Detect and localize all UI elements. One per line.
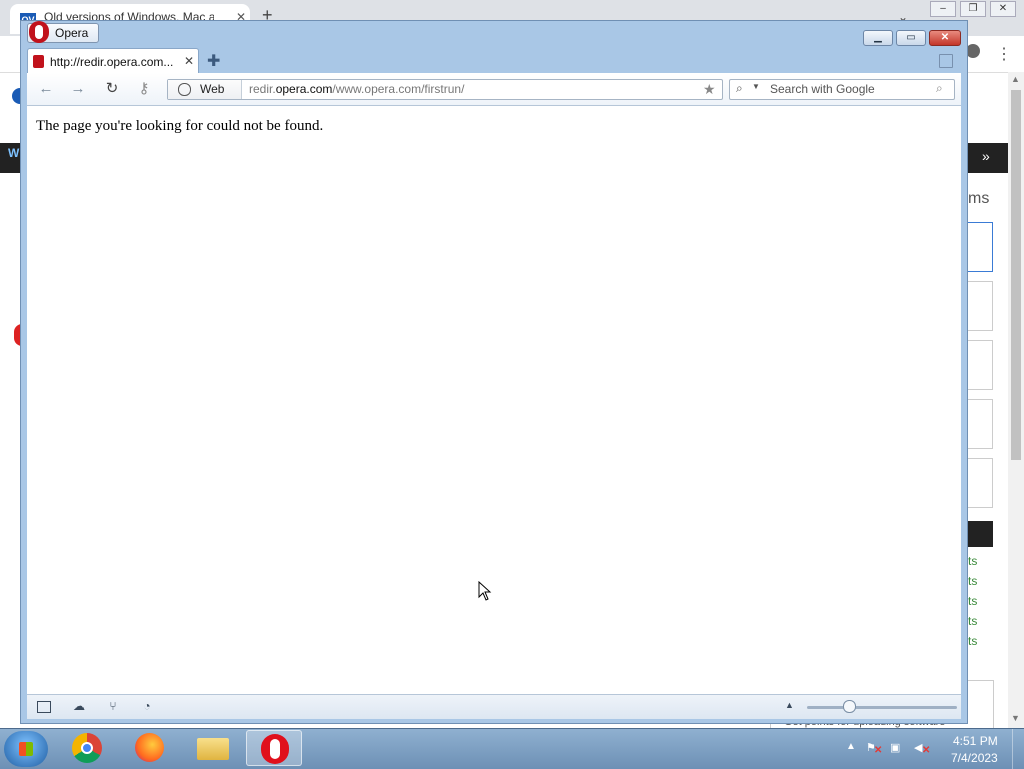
- background-navbar-fragment: W: [8, 146, 20, 160]
- reload-icon[interactable]: ↻: [101, 79, 123, 99]
- background-link[interactable]: ts: [968, 594, 977, 608]
- url-path: /www.opera.com/firstrun/: [332, 82, 465, 96]
- background-profile-icon[interactable]: [966, 44, 980, 58]
- windows-logo-icon: [19, 742, 33, 756]
- opera-maximize-button[interactable]: ▭: [896, 30, 926, 46]
- network-icon[interactable]: ▣: [890, 741, 904, 755]
- background-link[interactable]: ts: [968, 554, 977, 568]
- bookmark-star-icon[interactable]: ★: [703, 81, 716, 98]
- opera-titlebar[interactable]: Opera ▁ ▭ ✕: [21, 21, 967, 47]
- tray-expand-icon[interactable]: ▲: [846, 741, 856, 752]
- background-link[interactable]: ts: [968, 614, 977, 628]
- chrome-icon: [72, 733, 102, 763]
- opera-menu-label: Opera: [55, 26, 89, 40]
- folder-icon: [197, 738, 229, 760]
- panel-toggle-icon[interactable]: [37, 701, 51, 713]
- address-web-badge[interactable]: Web: [168, 80, 242, 99]
- background-restore-button[interactable]: ❐: [960, 1, 986, 17]
- action-center-flag-icon[interactable]: ⚑ ✕: [866, 741, 882, 756]
- search-engine-dropdown-icon[interactable]: ▼: [752, 82, 760, 91]
- background-sidebar-heading: ms: [968, 190, 990, 207]
- taskbar-opera-button[interactable]: [246, 730, 302, 766]
- zoom-slider-knob[interactable]: [843, 700, 856, 713]
- address-url[interactable]: redir.opera.com/www.opera.com/firstrun/: [249, 82, 464, 96]
- background-card[interactable]: [968, 458, 993, 508]
- taskbar-firefox-button[interactable]: [122, 730, 178, 766]
- background-dark-block: [968, 521, 993, 547]
- error-message: The page you're looking for could not be…: [36, 118, 324, 134]
- opera-new-tab-icon[interactable]: ✚: [207, 51, 220, 71]
- background-link[interactable]: ts: [968, 574, 977, 588]
- back-arrow-icon[interactable]: ←: [35, 79, 57, 99]
- opera-icon: [261, 734, 289, 764]
- opera-menu-button[interactable]: Opera: [27, 21, 99, 43]
- clock-date[interactable]: 7/4/2023: [951, 751, 998, 765]
- page-content: The page you're looking for could not be…: [27, 106, 961, 694]
- background-card[interactable]: [968, 340, 993, 390]
- forward-arrow-icon[interactable]: →: [67, 79, 89, 99]
- cloud-icon[interactable]: ☁: [71, 699, 87, 713]
- view-menu-arrow-icon[interactable]: ▲: [785, 700, 794, 710]
- background-card[interactable]: [968, 281, 993, 331]
- volume-muted-icon[interactable]: ◀ ✕: [914, 741, 930, 756]
- search-go-icon[interactable]: ⌕: [936, 81, 943, 96]
- search-engine-icon[interactable]: ⌕: [736, 81, 743, 96]
- opera-trash-icon[interactable]: [939, 54, 953, 68]
- background-link[interactable]: ts: [968, 634, 977, 648]
- url-domain: opera.com: [275, 82, 333, 96]
- opera-close-button[interactable]: ✕: [929, 30, 961, 46]
- opera-window: Opera ▁ ▭ ✕ http://redir.opera.com... ✕ …: [20, 20, 968, 724]
- start-button[interactable]: [4, 731, 48, 767]
- background-card[interactable]: [968, 222, 993, 272]
- wand-key-icon[interactable]: ⚷: [133, 79, 155, 99]
- opera-minimize-button[interactable]: ▁: [863, 30, 893, 46]
- opera-tab[interactable]: http://redir.opera.com... ✕: [27, 48, 199, 73]
- opera-logo-icon: [29, 21, 49, 43]
- turbo-icon[interactable]: ◔: [139, 699, 155, 713]
- address-bar[interactable]: Web redir.opera.com/www.opera.com/firstr…: [167, 79, 723, 100]
- opera-tab-favicon-icon: [33, 55, 44, 68]
- opera-tab-close-icon[interactable]: ✕: [184, 54, 194, 68]
- clock-time[interactable]: 4:51 PM: [953, 734, 998, 748]
- background-scrollbar-thumb[interactable]: [1011, 90, 1021, 460]
- background-close-button[interactable]: ✕: [990, 1, 1016, 17]
- opera-tab-title: http://redir.opera.com...: [50, 55, 174, 69]
- background-minimize-button[interactable]: –: [930, 1, 956, 17]
- background-menu-icon[interactable]: ⋮: [996, 44, 1012, 64]
- address-web-label: Web: [200, 82, 225, 96]
- search-placeholder: Search with Google: [770, 82, 875, 96]
- background-window-controls: – ❐ ✕: [926, 0, 1024, 18]
- background-navbar-expand-icon[interactable]: »: [982, 148, 990, 164]
- unite-icon[interactable]: ⑂: [105, 699, 121, 713]
- zoom-slider[interactable]: [807, 706, 957, 709]
- background-scroll-down-icon[interactable]: ▼: [1011, 713, 1020, 723]
- search-input[interactable]: ⌕ ▼ Search with Google ⌕: [729, 79, 955, 100]
- taskbar-chrome-button[interactable]: [60, 730, 116, 766]
- opera-toolbar: ← → ↻ ⚷ Web redir.opera.com/www.opera.co…: [27, 73, 961, 106]
- firefox-icon: [135, 733, 164, 762]
- taskbar-explorer-button[interactable]: [184, 730, 240, 766]
- background-scroll-up-icon[interactable]: ▲: [1011, 74, 1020, 84]
- taskbar: ▲ ⚑ ✕ ▣ ◀ ✕ 4:51 PM 7/4/2023: [0, 728, 1024, 769]
- opera-tabbar: http://redir.opera.com... ✕ ✚: [27, 48, 959, 73]
- opera-statusbar: ☁ ⑂ ◔ ▲: [27, 694, 961, 719]
- mouse-cursor-icon: [478, 581, 492, 601]
- globe-icon: [178, 83, 191, 96]
- url-prefix: redir.: [249, 82, 276, 96]
- show-desktop-button[interactable]: [1012, 729, 1024, 769]
- background-card[interactable]: [968, 399, 993, 449]
